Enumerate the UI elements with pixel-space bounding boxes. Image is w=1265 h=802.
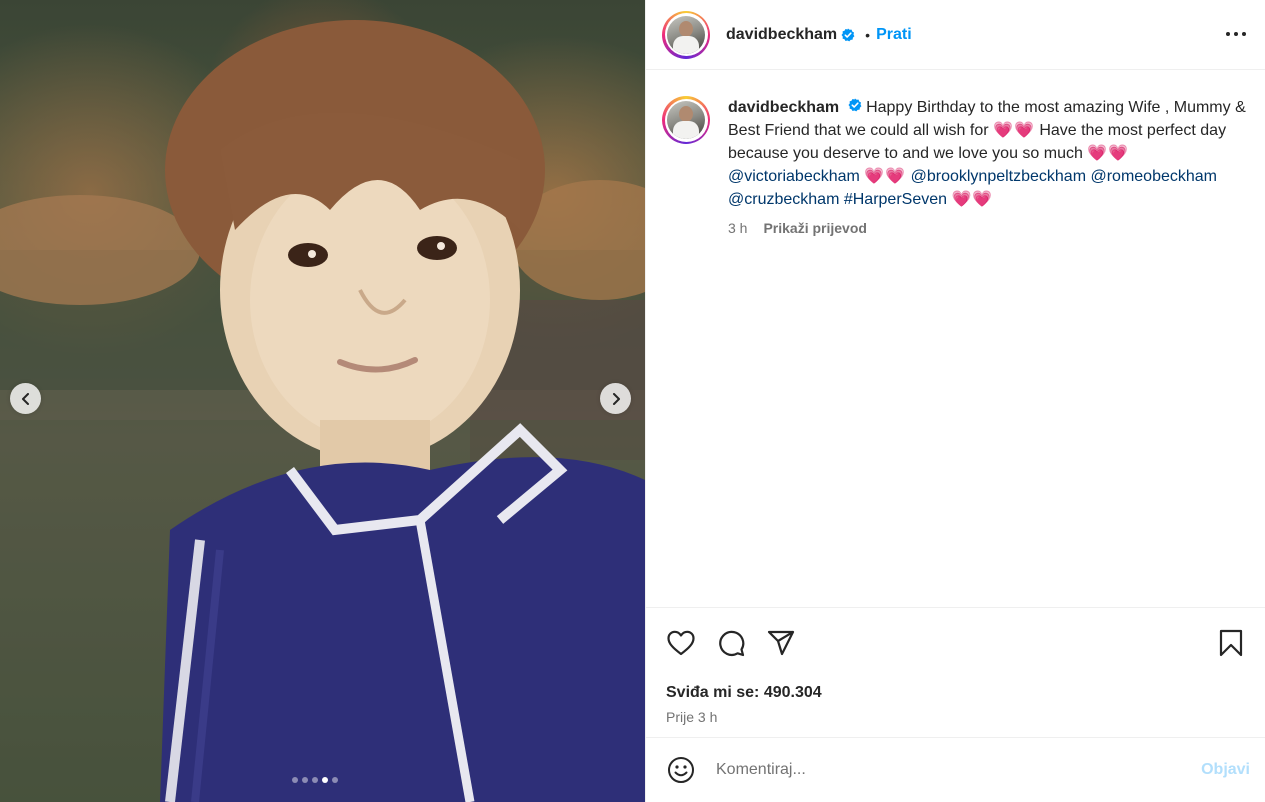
header-username[interactable]: davidbeckham — [726, 26, 837, 44]
mention-link[interactable]: @brooklynpeltzbeckham — [911, 168, 1086, 185]
like-button[interactable] — [666, 628, 696, 658]
mention-link[interactable]: @romeobeckham — [1090, 168, 1217, 185]
mention-link[interactable]: @cruzbeckham — [728, 191, 839, 208]
follow-button[interactable]: Prati — [876, 26, 912, 44]
likes-count[interactable]: Sviđa mi se: 490.304 — [666, 684, 1246, 702]
next-slide-button[interactable] — [600, 383, 631, 414]
send-icon — [767, 630, 795, 656]
heart-icon — [667, 630, 695, 656]
slide-dot — [292, 777, 298, 783]
slide-dot-active — [322, 777, 328, 783]
separator-bullet: • — [865, 26, 871, 43]
post-media — [0, 0, 645, 802]
slide-dot — [332, 777, 338, 783]
post-header: davidbeckham • Prati — [646, 0, 1265, 70]
post-timestamp[interactable]: Prije 3 h — [666, 709, 1246, 725]
slide-dot — [312, 777, 318, 783]
mention-link[interactable]: @victoriabeckham — [728, 168, 860, 185]
share-button[interactable] — [766, 628, 796, 658]
see-translation-button[interactable]: Prikaži prijevod — [763, 220, 866, 236]
smiley-icon — [668, 757, 694, 783]
save-button[interactable] — [1216, 628, 1246, 658]
avatar[interactable] — [662, 10, 710, 59]
previous-slide-button[interactable] — [10, 383, 41, 414]
avatar-image — [667, 101, 705, 139]
caption-username[interactable]: davidbeckham — [728, 99, 839, 116]
caption-time[interactable]: 3 h — [728, 220, 747, 236]
chevron-right-icon — [612, 392, 620, 405]
caption-meta: 3 h Prikaži prijevod — [728, 220, 1250, 236]
caption-text: davidbeckham Happy Birthday to the most … — [728, 96, 1250, 211]
post-comment-button[interactable]: Objavi — [1201, 761, 1250, 779]
pink-hearts-icon: 💗💗 — [993, 122, 1035, 139]
chevron-left-icon — [21, 392, 29, 405]
hashtag-link[interactable]: #HarperSeven — [844, 191, 947, 208]
post-photo — [0, 20, 645, 802]
verified-badge-icon — [841, 28, 855, 42]
post-actions: Sviđa mi se: 490.304 Prije 3 h — [646, 607, 1265, 737]
more-options-button[interactable] — [1224, 25, 1248, 43]
pink-hearts-icon: 💗💗 — [951, 191, 994, 208]
pink-hearts-icon: 💗💗 — [864, 168, 907, 185]
more-horizontal-icon — [1226, 32, 1246, 36]
caption-avatar[interactable] — [662, 96, 710, 144]
post-side-panel: davidbeckham • Prati davidbeckham Happy … — [645, 0, 1265, 802]
instagram-post: davidbeckham • Prati davidbeckham Happy … — [0, 0, 1265, 802]
emoji-button[interactable] — [666, 755, 696, 785]
caption: davidbeckham Happy Birthday to the most … — [662, 96, 1262, 236]
comment-icon — [719, 630, 745, 657]
comment-button[interactable] — [716, 628, 746, 658]
slide-indicator — [292, 777, 338, 783]
comment-input[interactable] — [716, 761, 1202, 779]
pink-hearts-icon: 💗💗 — [1087, 145, 1130, 162]
avatar-image — [667, 15, 705, 54]
verified-badge-icon — [848, 98, 862, 112]
bookmark-icon — [1219, 629, 1243, 657]
slide-dot — [302, 777, 308, 783]
comment-bar: Objavi — [646, 737, 1265, 802]
